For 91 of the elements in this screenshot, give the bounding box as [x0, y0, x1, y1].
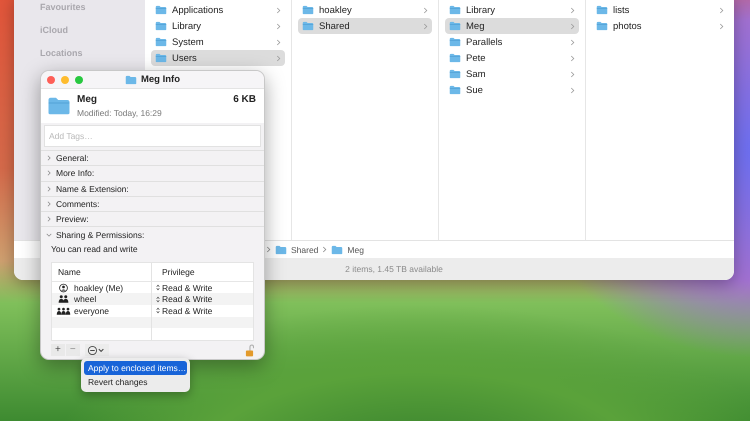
- group-icon: [56, 306, 71, 316]
- chevron-icon: [570, 6, 575, 14]
- disclosure-icon: [46, 201, 52, 208]
- sidebar-heading: Locations: [40, 47, 84, 60]
- folder-icon: [47, 96, 71, 116]
- section-header[interactable]: Comments:: [41, 196, 264, 212]
- folder-icon: [596, 5, 608, 15]
- folder-item[interactable]: Pete: [445, 50, 579, 66]
- chevron-icon: [719, 6, 724, 14]
- folder-icon: [449, 53, 461, 63]
- folder-item[interactable]: Shared: [298, 18, 432, 34]
- status-text: 2 items, 1.45 TB available: [345, 264, 443, 274]
- up-down-arrows-icon[interactable]: [156, 296, 160, 303]
- folder-icon: [449, 69, 461, 79]
- section-header[interactable]: More Info:: [41, 165, 264, 181]
- folder-icon: [449, 5, 461, 15]
- close-button[interactable]: [47, 76, 55, 84]
- section-header[interactable]: Sharing & Permissions:: [41, 226, 264, 242]
- chevron-icon: [276, 6, 281, 14]
- chevron-icon: [570, 54, 575, 62]
- folder-icon: [155, 5, 167, 15]
- disclosure-icon: [46, 155, 52, 162]
- chevron-icon: [322, 246, 328, 253]
- folder-item[interactable]: Sue: [445, 82, 579, 98]
- window-title: Meg Info: [140, 74, 180, 85]
- chevron-icon: [276, 22, 281, 30]
- section-header[interactable]: General:: [41, 150, 264, 166]
- chevron-icon: [423, 6, 428, 14]
- chevron-icon: [276, 54, 281, 62]
- chevron-icon: [719, 22, 724, 30]
- folder-item[interactable]: photos: [592, 18, 728, 34]
- folder-item[interactable]: Library: [151, 18, 285, 34]
- section-header[interactable]: Preview:: [41, 211, 264, 226]
- folder-icon: [331, 244, 344, 254]
- folder-icon: [449, 21, 461, 31]
- folder-icon: [449, 85, 461, 95]
- folder-icon: [449, 37, 461, 47]
- chevron-icon: [570, 22, 575, 30]
- tags-field[interactable]: Add Tags…: [44, 125, 261, 147]
- column-header[interactable]: Name: [52, 262, 152, 281]
- folder-item[interactable]: hoakley: [298, 2, 432, 18]
- folder-item[interactable]: Meg: [445, 18, 579, 34]
- menu-item[interactable]: Revert changes: [84, 375, 187, 389]
- sidebar-heading: Favourites: [40, 1, 87, 14]
- privilege-popup[interactable]: Read & Write: [162, 294, 212, 304]
- privilege-popup[interactable]: Read & Write: [162, 306, 212, 316]
- folder-icon: [155, 21, 167, 31]
- folder-icon: [124, 74, 137, 84]
- folder-item[interactable]: Library: [445, 2, 579, 18]
- section-header[interactable]: Name & Extension:: [41, 180, 264, 196]
- chevron-icon: [570, 38, 575, 46]
- folder-icon: [275, 244, 287, 254]
- user-name-cell: everyone: [74, 306, 109, 316]
- disclosure-icon: [46, 232, 52, 238]
- add-button[interactable]: +: [51, 344, 65, 356]
- user-icon: [56, 282, 71, 293]
- folder-item[interactable]: System: [151, 34, 285, 50]
- user-name-cell: wheel: [74, 294, 96, 304]
- file-name: Meg: [77, 94, 97, 105]
- group-icon: [56, 294, 71, 304]
- folder-item[interactable]: Applications: [151, 2, 285, 18]
- modified-date: Modified: Today, 16:29: [77, 108, 163, 118]
- up-down-arrows-icon[interactable]: [156, 307, 160, 314]
- disclosure-icon: [46, 170, 52, 176]
- chevron-icon: [570, 86, 575, 94]
- folder-icon: [302, 21, 314, 31]
- path-item[interactable]: Meg: [347, 244, 364, 254]
- folder-item[interactable]: Users: [151, 50, 285, 66]
- folder-icon: [596, 21, 608, 31]
- sidebar-heading: iCloud: [40, 24, 69, 37]
- folder-item[interactable]: Parallels: [445, 34, 579, 50]
- chevron-icon: [266, 246, 271, 253]
- disclosure-icon: [46, 216, 52, 222]
- menu-item[interactable]: Apply to enclosed items…: [84, 361, 187, 375]
- chevron-icon: [570, 70, 575, 78]
- folder-item[interactable]: Sam: [445, 66, 579, 82]
- disclosure-icon: [46, 186, 52, 192]
- path-item[interactable]: Shared: [291, 244, 318, 254]
- folder-icon: [302, 5, 314, 15]
- access-note: You can read and write: [50, 242, 139, 256]
- folder-item[interactable]: lists: [592, 2, 728, 18]
- file-size: 6 KB: [233, 94, 256, 105]
- up-down-arrows-icon[interactable]: [156, 284, 160, 292]
- chevron-icon: [276, 38, 281, 46]
- chevron-icon: [423, 22, 428, 30]
- action-menu-button[interactable]: [84, 344, 109, 356]
- privilege-popup[interactable]: Read & Write: [162, 282, 212, 293]
- user-name-cell: hoakley (Me): [74, 282, 124, 293]
- folder-icon: [155, 37, 167, 47]
- folder-icon: [155, 53, 167, 63]
- column-header[interactable]: Privilege: [152, 262, 253, 281]
